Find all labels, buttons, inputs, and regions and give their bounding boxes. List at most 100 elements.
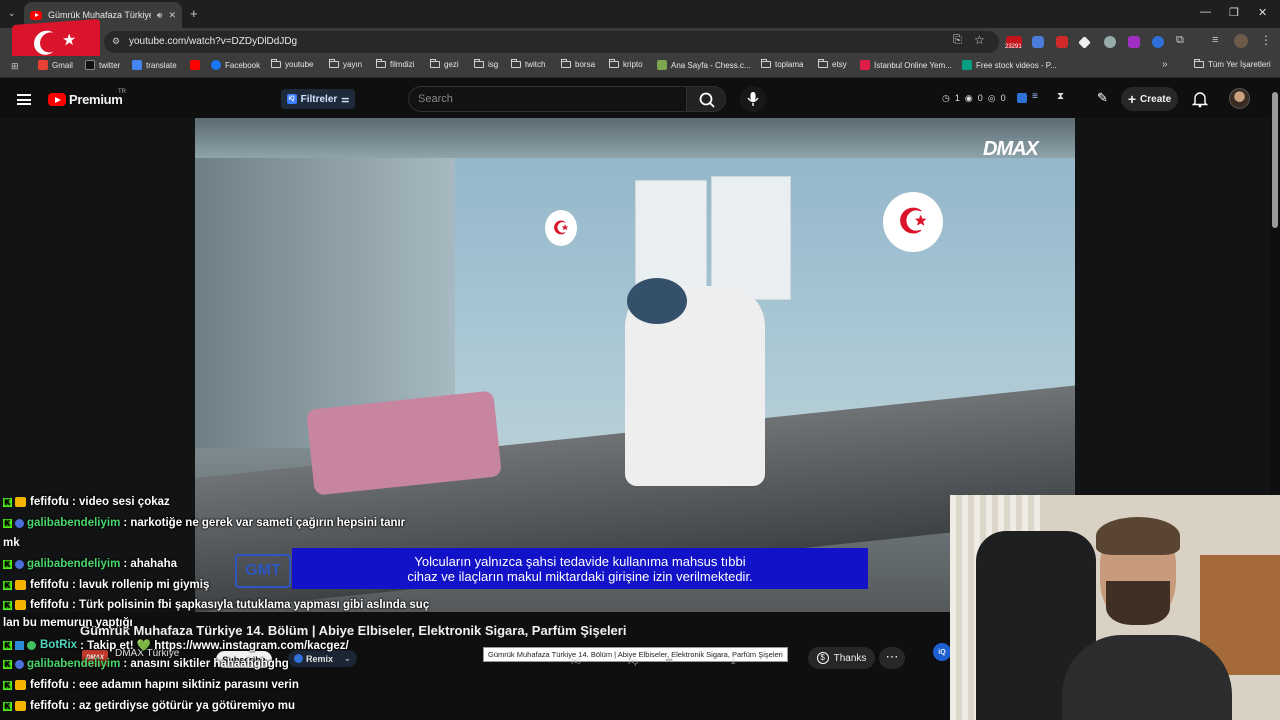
bookmark-folder-gezi[interactable]: gezi <box>430 59 459 69</box>
install-app-icon[interactable]: ⎘ <box>953 34 962 47</box>
bookmark-facebook[interactable]: Facebook <box>211 60 260 70</box>
list-extension-icon[interactable]: ≡ <box>1032 91 1038 102</box>
maximize-icon[interactable]: ❐ <box>1229 6 1239 19</box>
chat-username[interactable]: galibabendeliyim <box>27 658 120 670</box>
all-bookmarks[interactable]: Tüm Yer İşaretleri <box>1194 59 1271 69</box>
webcam-body <box>1062 635 1232 720</box>
chat-username[interactable]: galibabendeliyim <box>27 517 120 529</box>
verified-badge-icon <box>27 640 36 650</box>
chat-text: : anasını siktiler hahaahghghg <box>123 658 289 670</box>
scene-poster-right <box>711 176 791 300</box>
folder-icon <box>329 59 339 68</box>
bookmark-star-icon[interactable]: ☆ <box>974 33 985 47</box>
subscriber-crown-icon <box>15 680 26 690</box>
bookmark-gmail[interactable]: Gmail <box>38 60 73 70</box>
chat-username[interactable]: fefifofu <box>30 496 69 508</box>
chat-username[interactable]: BotRix <box>40 639 77 651</box>
filters-button[interactable]: iQ Filtreler ⚌ <box>281 89 355 109</box>
bookmark-twitter[interactable]: twitter <box>85 60 120 70</box>
chat-message: Kfefifofu: lavuk rollenip mi giymiş <box>3 579 209 591</box>
iq-extension-icon[interactable] <box>1017 93 1027 103</box>
menu-kebab-icon[interactable]: ⋮ <box>1260 33 1272 47</box>
chat-username[interactable]: fefifofu <box>30 599 69 611</box>
more-actions-button[interactable]: ⋯ <box>879 647 905 669</box>
bookmark-label: Gmail <box>52 60 73 70</box>
bookmark-folder-youtube[interactable]: youtube <box>271 59 313 69</box>
stat-a: 1 <box>954 93 960 103</box>
translate-ext-icon[interactable] <box>1032 36 1044 48</box>
bookmark-label: kripto <box>623 60 643 69</box>
bookmark-label: twitter <box>99 60 121 70</box>
extensions-puzzle-icon[interactable]: ⧉ <box>1176 34 1184 47</box>
bookmark-label: İstanbul Online Yem... <box>874 60 952 70</box>
like-icon[interactable]: 👍︎ <box>571 655 581 667</box>
chat-message: Kfefifofu: video sesi çokaz <box>3 496 170 508</box>
thanks-button[interactable]: $ Thanks <box>808 647 875 669</box>
moderator-badge-icon <box>15 559 24 569</box>
site-info-icon[interactable]: ⚙ <box>112 36 120 47</box>
bookmark-folder-etsy[interactable]: etsy <box>818 59 847 69</box>
chat-username[interactable]: galibabendeliyim <box>27 558 120 570</box>
iq-side-badge[interactable]: iQ <box>933 643 951 661</box>
bookmark-folder-isg[interactable]: isg <box>474 59 498 69</box>
purple-ext-icon[interactable] <box>1128 36 1140 48</box>
scene-ceiling <box>195 118 1075 158</box>
close-tab-icon[interactable]: ✕ <box>168 10 176 21</box>
chat-username[interactable]: fefifofu <box>30 679 69 691</box>
bookmark-folder-toplama[interactable]: toplama <box>761 59 803 69</box>
download-icon[interactable]: ⤓ <box>731 655 735 666</box>
bookmark-folder-twitch[interactable]: twitch <box>511 59 545 69</box>
hourglass-icon[interactable]: ⧗ <box>1057 91 1064 102</box>
url-text[interactable]: youtube.com/watch?v=DZDyDlDdJDg <box>129 36 297 47</box>
subscriber-crown-icon <box>15 701 26 711</box>
subscriber-crown-icon <box>15 497 26 507</box>
bookmark-folder-kripto[interactable]: kripto <box>609 59 643 69</box>
speaker-icon[interactable]: 🔊︎ <box>157 10 163 21</box>
bookmark-folder-filmdizi[interactable]: filmdizi <box>376 59 415 69</box>
bookmark-youtube-icon[interactable] <box>190 60 200 70</box>
create-button[interactable]: + Create <box>1121 87 1178 111</box>
new-tab-button[interactable]: + <box>190 6 198 21</box>
youtube-favicon-icon <box>30 10 42 20</box>
bot-badge-icon <box>15 640 24 650</box>
more-bookmarks-chevron-icon[interactable]: » <box>1162 59 1168 70</box>
notifications-bell-icon[interactable] <box>1192 90 1208 108</box>
chat-text: : ahahaha <box>123 558 177 570</box>
dislike-icon[interactable]: 👎︎ <box>628 655 638 667</box>
circle-ext-icon[interactable] <box>1104 36 1116 48</box>
folder-icon <box>474 59 484 68</box>
reading-list-icon[interactable]: ≡ <box>1212 34 1218 46</box>
apps-grid-icon[interactable]: ⊞ <box>11 61 19 72</box>
tab-search-icon[interactable]: ⌄ <box>8 8 16 19</box>
blue-ext-icon[interactable] <box>1152 36 1164 48</box>
minimize-icon[interactable]: — <box>1200 6 1211 18</box>
bookmark-label: filmdizi <box>390 60 415 69</box>
bookmark-yemeksepeti[interactable]: İstanbul Online Yem... <box>860 60 952 70</box>
customs-emblem-large: ☪ <box>883 192 943 252</box>
mic-off-icon[interactable]: ✎ <box>1097 90 1108 106</box>
share-icon[interactable]: ➦ <box>665 655 673 666</box>
voice-search-button[interactable] <box>740 86 766 112</box>
chat-username[interactable]: fefifofu <box>30 700 69 712</box>
youtube-logo-icon[interactable] <box>48 93 66 106</box>
kick-badge-icon: K <box>3 701 12 711</box>
chat-username[interactable]: fefifofu <box>30 579 69 591</box>
bookmark-chess[interactable]: Ana Sayfa - Chess.c... <box>657 60 751 70</box>
subscriber-crown-icon <box>15 600 26 610</box>
bookmark-folder-yayin[interactable]: yayın <box>329 59 362 69</box>
folder-icon <box>1194 59 1204 68</box>
webcam-hair <box>1096 517 1180 555</box>
adblock-ext-icon[interactable] <box>1056 36 1068 48</box>
search-button[interactable] <box>686 86 726 112</box>
youtube-premium-wordmark[interactable]: Premium <box>69 92 123 107</box>
bookmark-translate[interactable]: translate <box>132 60 177 70</box>
profile-avatar[interactable] <box>1234 34 1248 48</box>
scrollbar-thumb[interactable] <box>1272 92 1278 228</box>
hamburger-menu-icon[interactable] <box>17 94 31 105</box>
create-label: Create <box>1140 93 1172 105</box>
close-window-icon[interactable]: ✕ <box>1258 6 1267 19</box>
x-icon <box>85 60 95 70</box>
account-avatar[interactable] <box>1229 88 1250 109</box>
bookmark-pexels[interactable]: Free stock videos - P... <box>962 60 1057 70</box>
bookmark-folder-borsa[interactable]: borsa <box>561 59 595 69</box>
